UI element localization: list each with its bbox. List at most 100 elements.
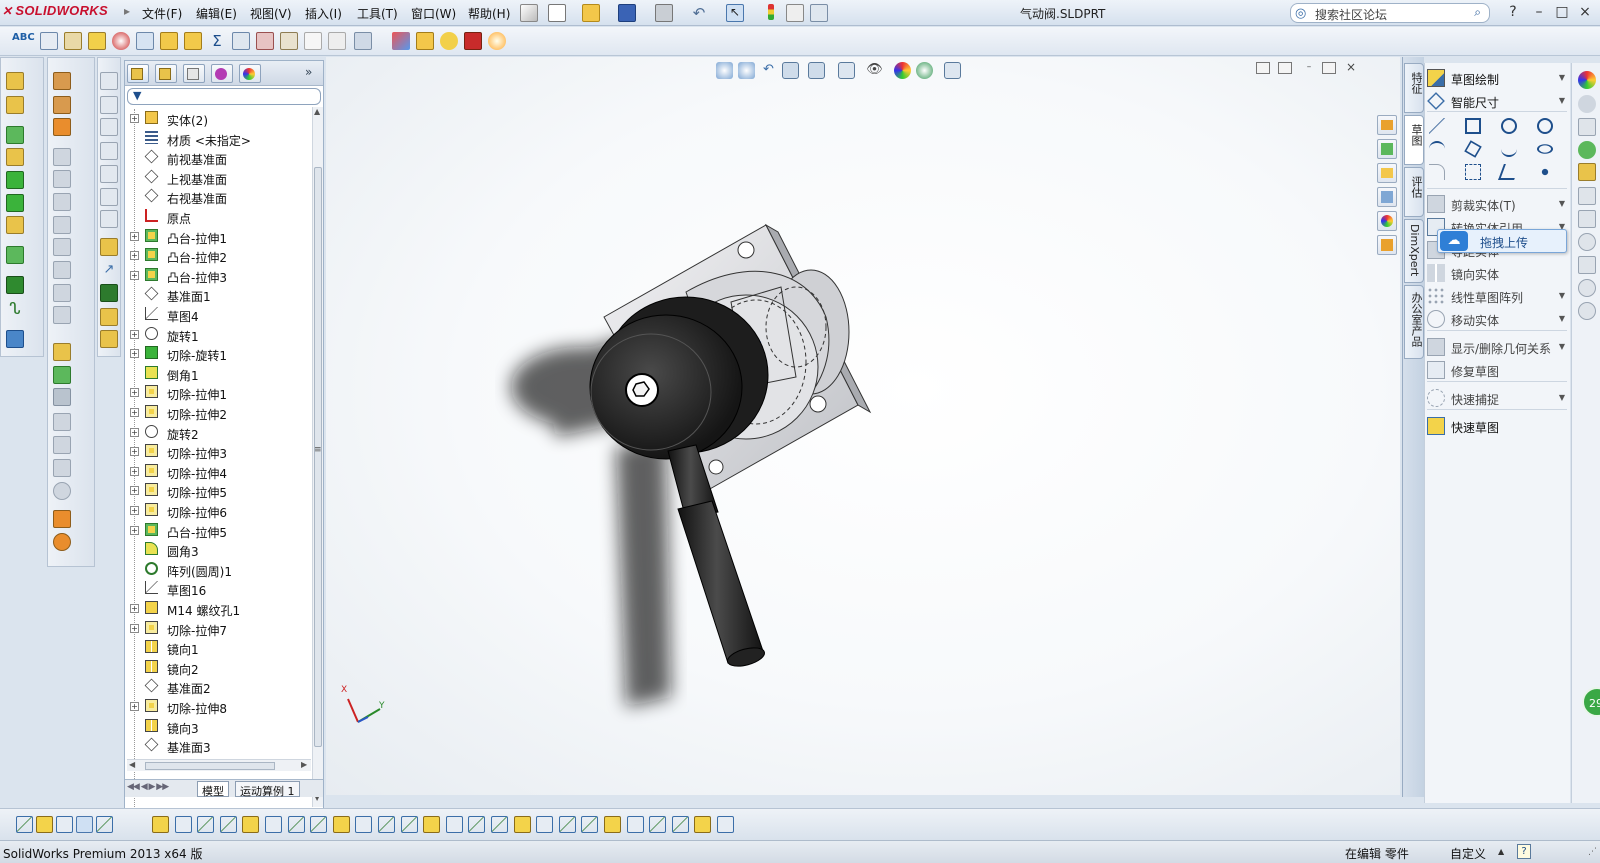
filter-sketch-points-icon[interactable] xyxy=(287,816,305,833)
tree-item[interactable]: + 切除-拉伸2 xyxy=(125,403,311,423)
help-button[interactable]: ? xyxy=(1504,3,1522,21)
dropdown-arrow-icon[interactable]: ▼ xyxy=(1559,314,1565,323)
reference-geometry-icon[interactable] xyxy=(6,276,24,294)
mold-tools-icon[interactable] xyxy=(53,510,71,528)
sketch-text-icon[interactable] xyxy=(1498,164,1520,180)
tree-item[interactable]: 倒角1 xyxy=(125,364,311,384)
tab-dimxpert[interactable]: DimXpert xyxy=(1404,219,1424,283)
expand-toggle-icon[interactable]: + xyxy=(130,486,139,496)
tree-item[interactable]: + 切除-拉伸3 xyxy=(125,442,311,462)
filter-datum-targets-icon[interactable] xyxy=(513,816,531,833)
tree-item[interactable]: 镜向1 xyxy=(125,638,311,658)
extruded-boss-icon[interactable] xyxy=(6,72,24,90)
filter-sketch-segments-icon[interactable] xyxy=(310,816,328,833)
sketch-fillet-icon[interactable] xyxy=(1429,164,1445,180)
check-icon[interactable] xyxy=(112,32,130,50)
feature-statistics-icon[interactable] xyxy=(392,32,410,50)
filter-coordinate-icon[interactable] xyxy=(717,816,734,833)
thickness-analysis-icon[interactable] xyxy=(304,32,322,50)
clear-filters-icon[interactable] xyxy=(96,816,113,833)
expand-toggle-icon[interactable]: + xyxy=(130,349,139,359)
line-tool-icon[interactable] xyxy=(1429,118,1445,134)
property-manager-tab[interactable] xyxy=(155,64,177,83)
menu-file[interactable]: 文件(F) xyxy=(142,5,182,22)
minimize-button[interactable]: – xyxy=(1530,3,1548,21)
tree-item[interactable]: + 实体(2) xyxy=(125,109,311,129)
ellipse-tool-icon[interactable] xyxy=(1534,142,1556,156)
tree-item[interactable]: + 旋转1 xyxy=(125,325,311,345)
filter-cosmetic-threads-icon[interactable] xyxy=(536,816,554,833)
deviation-analysis-icon[interactable] xyxy=(184,32,202,50)
expand-panel-icon[interactable]: » xyxy=(305,65,312,79)
sketch-command-item[interactable]: 修复草图 xyxy=(1425,359,1571,381)
tree-item[interactable]: + 凸台-拉伸1 xyxy=(125,227,311,247)
expand-toggle-icon[interactable]: + xyxy=(130,525,139,535)
solidworks-resources-icon[interactable] xyxy=(1377,115,1397,135)
tree-filter-input[interactable]: ▼ xyxy=(127,88,321,105)
revolved-boss-icon[interactable] xyxy=(6,96,24,114)
circle-tool-icon[interactable] xyxy=(1537,118,1553,134)
filter-solid-icon[interactable] xyxy=(219,816,237,833)
spell-check-icon[interactable]: ABC xyxy=(12,32,35,50)
relations-small-icon[interactable] xyxy=(100,284,118,302)
dropdown-arrow-icon[interactable]: ▼ xyxy=(1559,342,1565,351)
tree-item[interactable]: + 凸台-拉伸3 xyxy=(125,266,311,286)
tree-item[interactable]: 基准面3 xyxy=(125,736,311,756)
filter-notes-icon[interactable] xyxy=(445,816,463,833)
undo-icon[interactable]: ↶ xyxy=(690,4,708,22)
feature-manager-tab[interactable] xyxy=(127,64,149,83)
file-properties-icon[interactable] xyxy=(786,4,804,22)
chamfer-icon[interactable] xyxy=(53,96,71,114)
units-custom[interactable]: 自定义 xyxy=(1450,845,1486,862)
filter-routing-points-icon[interactable] xyxy=(626,816,644,833)
compare-documents-icon[interactable] xyxy=(354,32,372,50)
simulation-icon[interactable] xyxy=(440,32,458,50)
save-icon[interactable] xyxy=(618,4,636,22)
spline-tool-icon[interactable] xyxy=(1501,141,1517,157)
rib-icon[interactable] xyxy=(53,118,71,136)
select-arrow-icon[interactable]: ↖ xyxy=(726,4,744,22)
filter-dimensions-icon[interactable] xyxy=(378,816,395,833)
expand-toggle-icon[interactable]: + xyxy=(130,466,139,476)
extrude-small-icon[interactable] xyxy=(100,308,118,326)
tree-item[interactable]: 右视基准面 xyxy=(125,187,311,207)
filter-loops-icon[interactable] xyxy=(694,816,712,833)
database-small-icon[interactable] xyxy=(1578,163,1596,181)
filter-vertices-icon[interactable] xyxy=(56,816,73,833)
tree-item[interactable]: 草图16 xyxy=(125,579,311,599)
menu-help[interactable]: 帮助(H) xyxy=(468,5,510,22)
search-results-icon[interactable] xyxy=(1377,187,1397,207)
tree-item[interactable]: 基准面1 xyxy=(125,285,311,305)
drag-upload-popup[interactable]: ☁ 拖拽上传 xyxy=(1437,229,1567,253)
file-explorer-icon[interactable] xyxy=(1377,163,1397,183)
symmetry-check-icon[interactable] xyxy=(328,32,346,50)
tree-item[interactable]: + 旋转2 xyxy=(125,423,311,443)
filter-connection-points-icon[interactable] xyxy=(604,816,621,833)
graphics-area[interactable]: ↶ 👁 – × X Y xyxy=(326,57,1400,795)
menu-insert[interactable]: 插入(I) xyxy=(305,5,342,22)
instant3d-icon[interactable] xyxy=(6,330,24,348)
rebuild-traffic-light-icon[interactable] xyxy=(762,4,780,22)
material-library-icon[interactable] xyxy=(416,32,434,50)
expand-toggle-icon[interactable]: + xyxy=(130,427,139,437)
revolve-small-icon[interactable] xyxy=(100,330,118,348)
tree-item[interactable]: + 凸台-拉伸2 xyxy=(125,246,311,266)
expand-toggle-icon[interactable]: + xyxy=(130,623,139,633)
design-library-icon[interactable] xyxy=(1377,139,1397,159)
hole-wizard-icon[interactable] xyxy=(6,216,24,234)
filter-silhouette-icon[interactable] xyxy=(671,816,689,833)
tree-scroll-thumb[interactable] xyxy=(314,167,322,747)
tree-item[interactable]: 圆角3 xyxy=(125,540,311,560)
sketch-plane-icon[interactable] xyxy=(1465,164,1481,180)
filter-faces-icon[interactable] xyxy=(174,816,192,833)
select-pointer-icon[interactable] xyxy=(76,816,93,833)
lofted-boss-icon[interactable] xyxy=(6,148,24,166)
surface-tools-icon[interactable] xyxy=(53,533,71,551)
arc-tool-icon[interactable] xyxy=(1429,141,1445,157)
measure-icon[interactable] xyxy=(40,32,58,50)
curves-icon[interactable]: ᔐ xyxy=(6,299,24,318)
open-folder-icon[interactable] xyxy=(582,4,600,22)
expand-toggle-icon[interactable]: + xyxy=(130,408,139,417)
import-diagnostics-icon[interactable] xyxy=(160,32,178,50)
expand-toggle-icon[interactable]: + xyxy=(130,604,139,613)
